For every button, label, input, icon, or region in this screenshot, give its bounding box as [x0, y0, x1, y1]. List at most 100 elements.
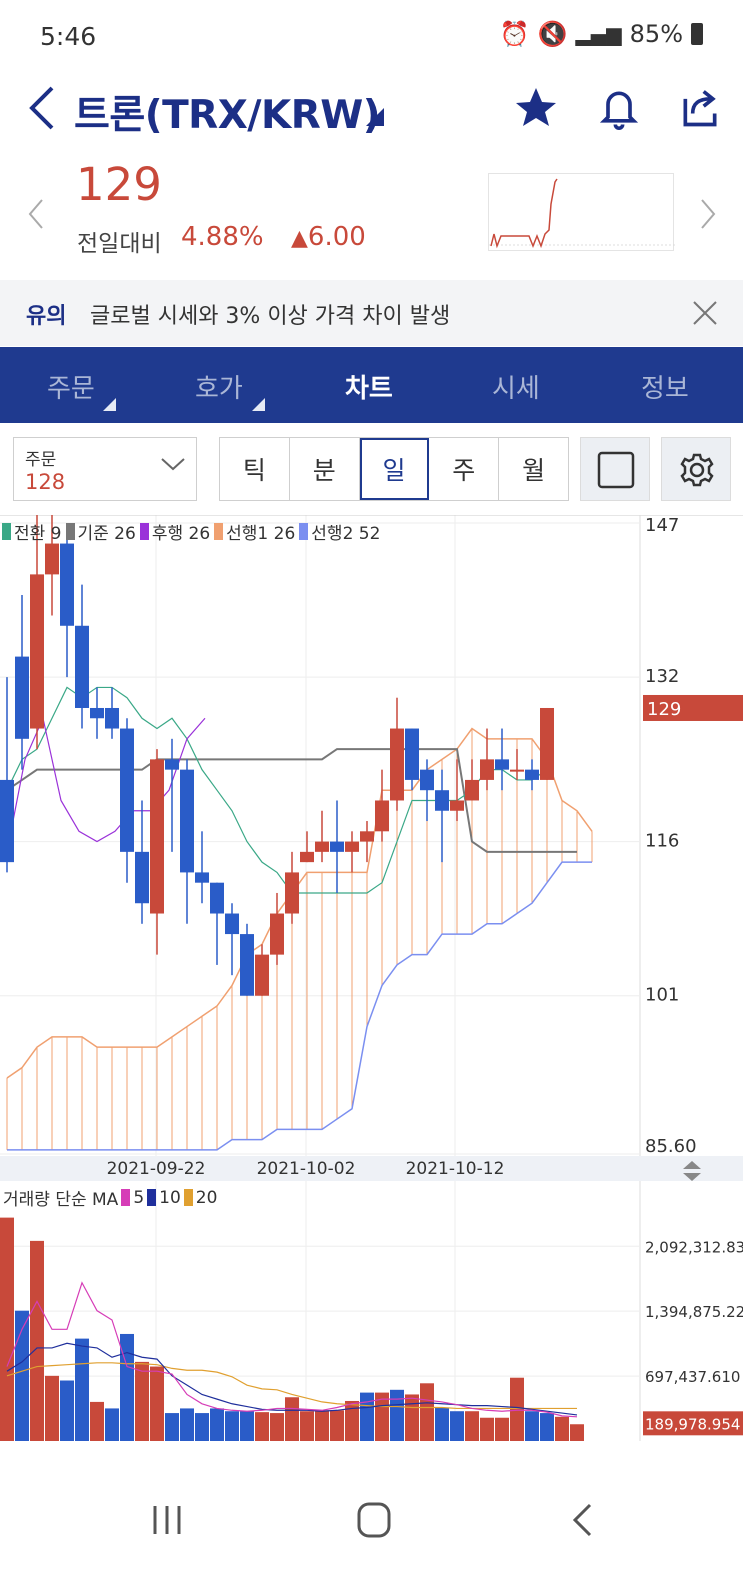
page-title[interactable]: 트론(TRX/KRW)	[74, 84, 381, 140]
candle-body	[60, 543, 74, 626]
candle-body	[300, 851, 314, 863]
volume-bar	[210, 1408, 224, 1441]
volume-bar	[450, 1411, 464, 1441]
chevron-down-icon[interactable]	[160, 456, 186, 476]
candle-body	[345, 841, 359, 852]
candle-body	[480, 759, 494, 780]
volume-bar	[285, 1397, 299, 1441]
candle-body	[105, 707, 119, 729]
prev-coin-arrow-icon[interactable]	[26, 196, 46, 236]
volume-bar	[420, 1383, 434, 1441]
order-select-label: 주문	[25, 450, 57, 470]
candle-body	[375, 800, 389, 832]
tab-order[interactable]: 주문	[47, 368, 95, 405]
volume-bar	[255, 1412, 269, 1441]
y-tick-label: 132	[645, 666, 679, 687]
period-month[interactable]: 월	[499, 438, 568, 500]
volume-bar	[45, 1375, 59, 1441]
volume-bar	[0, 1217, 14, 1441]
favorite-star-icon[interactable]	[512, 84, 560, 136]
candle-body	[450, 800, 464, 811]
tab-orderbook[interactable]: 호가	[195, 368, 243, 405]
volume-bar	[465, 1411, 479, 1441]
battery-icon	[691, 23, 703, 45]
candle-body	[540, 707, 554, 780]
system-nav-bar	[0, 1470, 743, 1569]
volume-bar	[360, 1392, 374, 1441]
volume-bar	[345, 1400, 359, 1441]
caret-down-icon[interactable]	[366, 108, 384, 130]
legend-label: 5	[133, 1187, 145, 1208]
legend-base: 기준 26	[65, 519, 136, 544]
candle-body	[255, 954, 269, 996]
tab-market-price[interactable]: 시세	[492, 368, 540, 405]
legend-label: 후행 26	[151, 524, 211, 544]
candle-body	[45, 543, 59, 575]
volume-bar	[525, 1411, 539, 1441]
candle-body	[435, 790, 449, 811]
tab-chart[interactable]: 차트	[345, 368, 393, 405]
legend-swatch	[147, 1189, 157, 1206]
volume-bar	[480, 1417, 494, 1441]
tab-orderbook-corner-icon	[252, 398, 265, 411]
candle-body	[405, 728, 419, 780]
legend-label: 전환 9	[14, 524, 62, 544]
tab-info[interactable]: 정보	[641, 368, 689, 405]
candle-body	[165, 759, 179, 770]
candle-body	[510, 769, 524, 772]
candle-body	[15, 656, 29, 739]
prev-day-label: 전일대비	[77, 231, 162, 257]
last-price-label: 129	[647, 699, 681, 720]
ma5-line	[6, 1281, 578, 1418]
volume-bar	[240, 1411, 254, 1441]
back-button[interactable]	[22, 84, 62, 132]
y-tick-label: 147	[645, 515, 679, 536]
price-chart[interactable]: 147 132 116 101 85.60 129 2021-09-22 2021-10-02…	[0, 515, 743, 1441]
legend-span2: 선행2 52	[299, 519, 380, 544]
legend-swatch	[183, 1189, 193, 1206]
y-tick-label: 116	[645, 831, 679, 852]
candle-body	[0, 779, 14, 863]
volume-legend-title: 거래량 단순 MA	[3, 1190, 119, 1210]
last-volume-label: 189,978.954	[645, 1415, 740, 1433]
settings-button[interactable]	[661, 437, 731, 501]
back-nav-icon[interactable]	[572, 1503, 592, 1537]
legend-conversion: 전환 9	[2, 519, 62, 544]
sparkline	[488, 173, 675, 251]
close-icon[interactable]	[692, 300, 718, 330]
volume-bar	[405, 1394, 419, 1441]
volume-bar	[90, 1401, 104, 1441]
volume-bar	[540, 1413, 554, 1441]
recent-apps-icon[interactable]	[153, 1506, 181, 1534]
legend-swatch	[2, 523, 11, 540]
share-icon[interactable]	[678, 84, 722, 136]
candle-body	[390, 728, 404, 801]
volume-bar	[60, 1380, 74, 1441]
status-time: 5:46	[40, 22, 97, 51]
volume-bar	[30, 1240, 44, 1441]
period-tick[interactable]: 틱	[220, 438, 290, 500]
volume-bar	[435, 1407, 449, 1441]
home-icon[interactable]	[357, 1502, 391, 1538]
candle-body	[420, 769, 434, 791]
volume-bar	[270, 1413, 284, 1441]
volume-bar	[300, 1411, 314, 1441]
next-coin-arrow-icon[interactable]	[698, 196, 718, 236]
volume-bar	[510, 1377, 524, 1441]
period-minute[interactable]: 분	[290, 438, 360, 500]
candle-body	[90, 707, 104, 719]
volume-bar	[390, 1389, 404, 1441]
candle-body	[30, 574, 44, 729]
candle-body	[195, 872, 209, 883]
volume-bar	[225, 1411, 239, 1441]
legend-swatch	[65, 523, 75, 540]
period-week[interactable]: 주	[429, 438, 500, 500]
fullscreen-button[interactable]	[580, 437, 650, 501]
signal-icon: ▂▄▆	[575, 22, 622, 46]
bell-icon[interactable]	[597, 84, 641, 136]
candle-body	[495, 759, 509, 770]
candle-body	[285, 872, 299, 914]
volume-bar	[570, 1424, 584, 1441]
vol-y-tick-label: 2,092,312.831	[645, 1238, 743, 1256]
period-day[interactable]: 일	[359, 438, 430, 500]
